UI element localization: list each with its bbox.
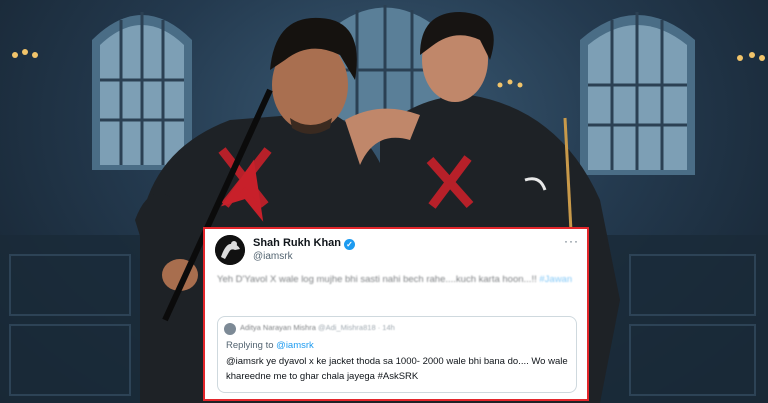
tweet-text: Yeh D'Yavol X wale log mujhe bhi sasti n… xyxy=(217,273,573,287)
background-photo: Shah Rukh Khan ✓ @iamsrk ··· Yeh D'Yavol … xyxy=(0,0,768,403)
more-options-icon[interactable]: ··· xyxy=(564,234,579,248)
quoted-tweet[interactable]: Aditya Narayan Mishra @Adi_Mishra818 · 1… xyxy=(217,316,577,393)
right-window xyxy=(580,12,695,175)
quoted-author-name: Aditya Narayan Mishra xyxy=(240,323,316,332)
author-handle[interactable]: @iamsrk xyxy=(253,251,293,262)
author-name-text: Shah Rukh Khan xyxy=(253,237,342,249)
tweet-body: Yeh D'Yavol X wale log mujhe bhi sasti n… xyxy=(217,274,537,285)
quoted-author-handle: @Adi_Mishra818 · 14h xyxy=(317,323,395,332)
tweet-card[interactable]: Shah Rukh Khan ✓ @iamsrk ··· Yeh D'Yavol … xyxy=(203,227,589,401)
quoted-text: @iamsrk ye dyavol x ke jacket thoda sa 1… xyxy=(226,356,568,382)
left-window xyxy=(92,12,192,170)
verified-badge-icon: ✓ xyxy=(344,239,356,250)
replying-prefix: Replying to xyxy=(226,340,274,351)
author-name[interactable]: Shah Rukh Khan ✓ xyxy=(253,237,356,250)
replying-handle-link[interactable]: @iamsrk xyxy=(276,340,314,351)
quoted-author: Aditya Narayan Mishra @Adi_Mishra818 · 1… xyxy=(240,323,395,332)
avatar-silhouette-icon xyxy=(215,235,245,265)
tweet-hashtag[interactable]: #Jawan xyxy=(539,274,572,285)
quoted-author-avatar xyxy=(224,323,236,335)
replying-to: Replying to @iamsrk xyxy=(226,340,314,351)
author-avatar[interactable] xyxy=(215,235,245,265)
